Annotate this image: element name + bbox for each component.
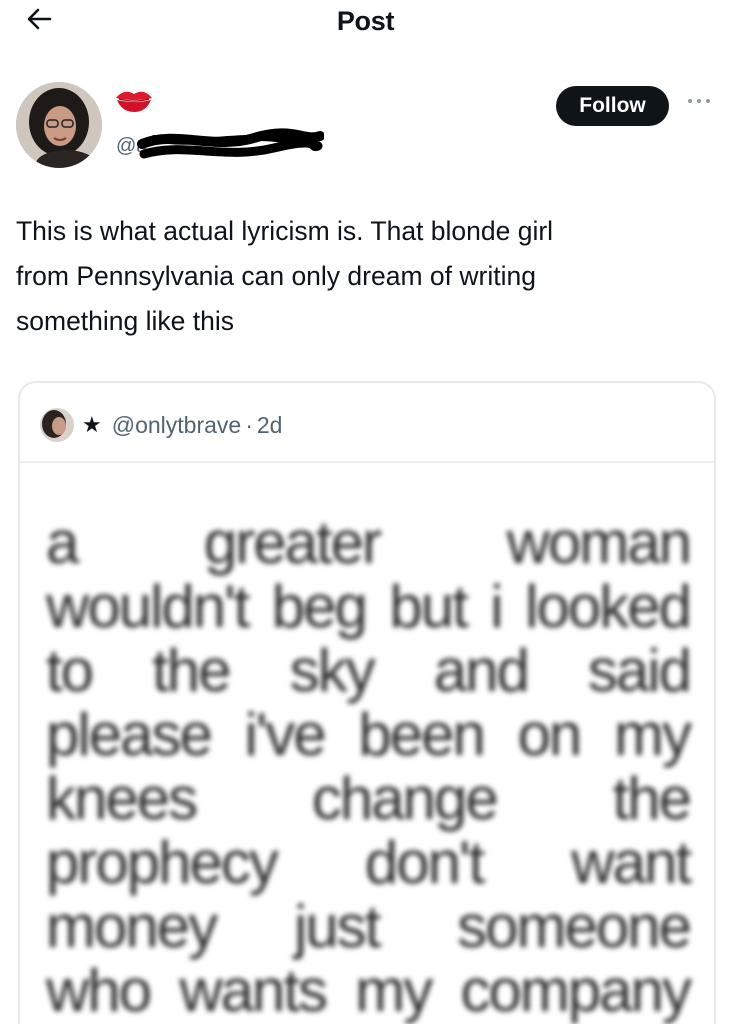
- blurred-word: money: [46, 893, 218, 960]
- top-bar: Post: [0, 0, 731, 48]
- profile-photo-icon: [16, 82, 102, 168]
- blurred-word: a: [46, 509, 79, 576]
- quote-header: ★ @onlytbrave · 2d: [40, 405, 282, 445]
- quote-separator: ·: [245, 411, 253, 438]
- blurred-word: to: [46, 637, 94, 704]
- blurred-word: but: [389, 573, 468, 640]
- blurred-word: my: [355, 957, 433, 1024]
- redaction-scribble: [137, 128, 324, 159]
- blurred-word: the: [612, 765, 692, 832]
- quote-handle[interactable]: @onlytbrave: [112, 412, 241, 439]
- blurred-line: who wants my company: [46, 957, 692, 1024]
- post-line: something like this: [16, 306, 234, 336]
- blurred-line: prophecy don't want: [46, 829, 692, 896]
- blurred-word: knees: [46, 765, 198, 832]
- blurred-word: just: [293, 893, 381, 960]
- blurred-word: on: [517, 701, 583, 768]
- blurred-word: company: [460, 957, 692, 1024]
- blurred-line: money just someone: [46, 893, 692, 960]
- blurred-word: wants: [179, 957, 328, 1024]
- blurred-word: and: [433, 637, 530, 704]
- blurred-word: i've: [244, 701, 327, 768]
- blurred-word: looked: [525, 573, 692, 640]
- quoted-post-card[interactable]: ★ @onlytbrave · 2d a greater woman wouldn't…: [18, 381, 716, 1024]
- blurred-word: i: [490, 573, 503, 640]
- kiss-mark-icon: [116, 91, 152, 112]
- blurred-line: wouldn't beg but i looked: [46, 573, 692, 640]
- blurred-word: been: [358, 701, 485, 768]
- blurred-word: my: [614, 701, 692, 768]
- blurred-word: sky: [289, 637, 376, 704]
- divider: [20, 461, 714, 463]
- blurred-word: wouldn't: [46, 573, 250, 640]
- post-body: This is what actual lyricism is. That bl…: [16, 209, 706, 344]
- quote-avatar[interactable]: [40, 408, 74, 442]
- blurred-word: woman: [506, 509, 692, 576]
- blurred-line: a greater woman: [46, 509, 692, 576]
- blurred-word: want: [571, 829, 692, 896]
- avatar[interactable]: [16, 82, 102, 168]
- blurred-word: don't: [364, 829, 485, 896]
- blurred-word: please: [46, 701, 213, 768]
- blurred-word: change: [311, 765, 499, 832]
- post-line: This is what actual lyricism is. That bl…: [16, 216, 554, 246]
- blurred-word: who: [46, 957, 152, 1024]
- post-line: from Pennsylvania can only dream of writ…: [16, 261, 536, 291]
- blurred-word: greater: [203, 509, 382, 576]
- star-icon: ★: [82, 412, 102, 437]
- blurred-word: beg: [271, 573, 368, 640]
- blurred-word: said: [587, 637, 692, 704]
- follow-button[interactable]: Follow: [556, 86, 669, 126]
- blurred-word: the: [152, 637, 231, 704]
- quote-time: 2d: [256, 411, 283, 438]
- page-title: Post: [336, 6, 395, 36]
- blurred-line: knees change the: [46, 765, 692, 832]
- blurred-lyrics: a greater woman wouldn't beg but i looked to the s…: [46, 509, 692, 1024]
- blurred-line: please i've been on my: [46, 701, 692, 768]
- blurred-line: to the sky and said: [46, 637, 692, 704]
- blurred-word: prophecy: [46, 829, 279, 896]
- quote-profile-photo-icon: [40, 408, 74, 442]
- more-dots-icon[interactable]: [684, 94, 714, 108]
- blurred-word: someone: [457, 893, 692, 960]
